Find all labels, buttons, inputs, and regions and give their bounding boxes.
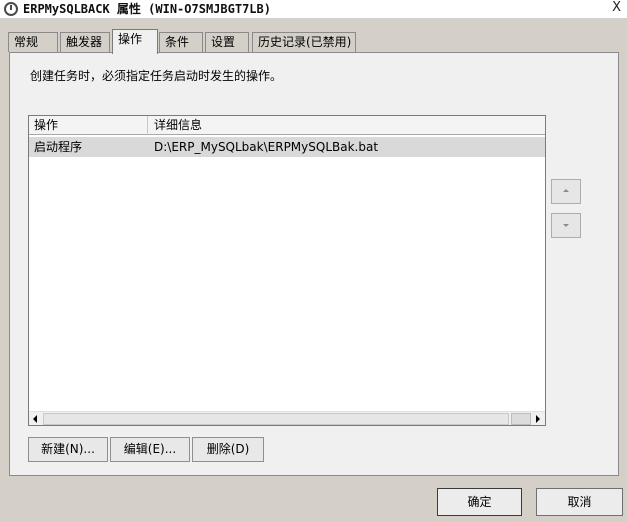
delete-action-button[interactable]: 删除(D) xyxy=(192,437,264,462)
properties-dialog: ERPMySQLBACK 属性 (WIN-O7SMJBGT7LB) X 常规 触… xyxy=(0,0,627,522)
action-type: 启动程序 xyxy=(34,140,83,154)
arrow-up-icon xyxy=(563,189,569,192)
move-down-button[interactable] xyxy=(551,213,581,238)
list-header: 操作 详细信息 xyxy=(29,116,545,135)
close-icon[interactable]: X xyxy=(612,0,621,16)
window-title: ERPMySQLBACK 属性 (WIN-O7SMJBGT7LB) xyxy=(23,2,271,16)
panel-description: 创建任务时，必须指定任务启动时发生的操作。 xyxy=(30,69,283,83)
cancel-button[interactable]: 取消 xyxy=(536,488,623,516)
horizontal-scrollbar[interactable] xyxy=(29,411,545,425)
tab-triggers[interactable]: 触发器 xyxy=(60,32,110,52)
title-bar[interactable]: ERPMySQLBACK 属性 (WIN-O7SMJBGT7LB) X xyxy=(0,0,627,19)
scrollbar-thumb[interactable] xyxy=(511,413,531,425)
list-item[interactable]: 启动程序 D:\ERP_MySQLbak\ERPMySQLBak.bat xyxy=(29,137,545,157)
scroll-left-button[interactable] xyxy=(30,413,42,425)
scroll-right-button[interactable] xyxy=(532,413,544,425)
new-action-button[interactable]: 新建(N)... xyxy=(28,437,108,462)
edit-action-button[interactable]: 编辑(E)... xyxy=(110,437,190,462)
scrollbar-track[interactable] xyxy=(43,413,509,425)
tab-general[interactable]: 常规 xyxy=(8,32,58,52)
arrow-right-icon xyxy=(536,415,540,423)
tab-history[interactable]: 历史记录(已禁用) xyxy=(252,32,356,52)
actions-panel: 创建任务时，必须指定任务启动时发生的操作。 操作 详细信息 启动程序 D:\ER… xyxy=(9,52,619,476)
tab-conditions[interactable]: 条件 xyxy=(159,32,203,52)
arrow-down-icon xyxy=(563,224,569,227)
column-header-details[interactable]: 详细信息 xyxy=(148,116,545,135)
move-up-button[interactable] xyxy=(551,179,581,204)
arrow-left-icon xyxy=(33,415,37,423)
action-details: D:\ERP_MySQLbak\ERPMySQLBak.bat xyxy=(154,140,379,154)
actions-list[interactable]: 操作 详细信息 启动程序 D:\ERP_MySQLbak\ERPMySQLBak… xyxy=(28,115,546,426)
tab-actions[interactable]: 操作 xyxy=(112,29,158,54)
task-scheduler-icon xyxy=(4,2,18,16)
ok-button[interactable]: 确定 xyxy=(437,488,522,516)
tab-settings[interactable]: 设置 xyxy=(205,32,249,52)
column-header-action[interactable]: 操作 xyxy=(29,116,148,135)
